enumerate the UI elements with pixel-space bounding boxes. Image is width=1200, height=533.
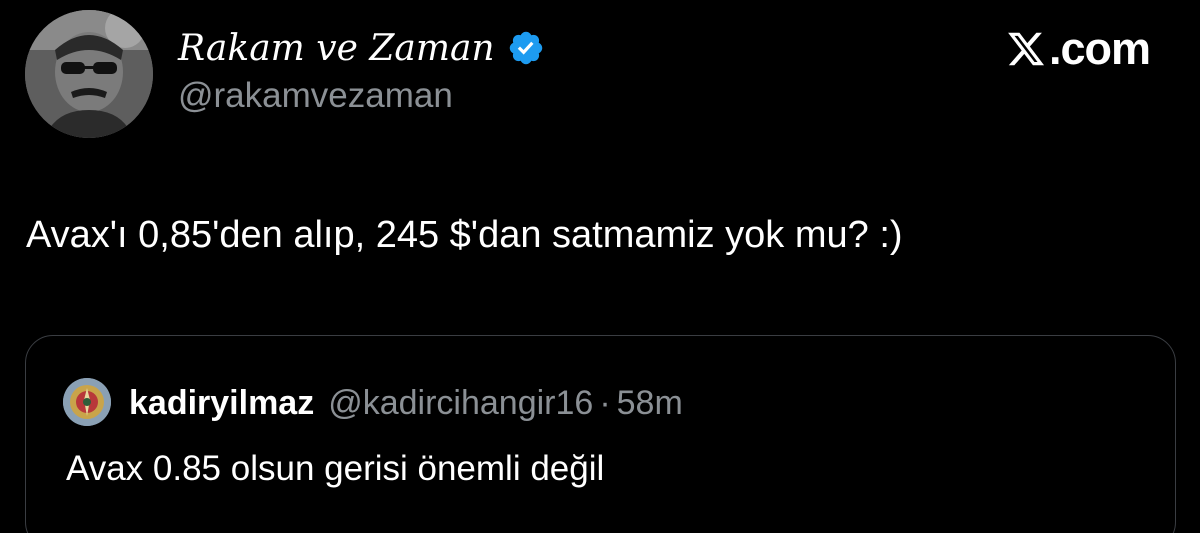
author-name-row: Rakam ve Zaman bbox=[178, 24, 545, 72]
author-avatar[interactable] bbox=[25, 10, 153, 138]
quoted-author-name[interactable]: kadiryilmaz bbox=[129, 384, 314, 423]
x-com-brand: .com bbox=[1006, 22, 1151, 76]
tweet-screenshot: Rakam ve Zaman @rakamvezaman .com Avax'ı… bbox=[0, 0, 1200, 533]
x-logo-icon bbox=[1008, 32, 1045, 66]
verified-badge-icon bbox=[509, 31, 542, 65]
quoted-tweet-text: Avax 0.85 olsun gerisi önemli değil bbox=[66, 449, 605, 488]
quoted-author-avatar[interactable] bbox=[63, 378, 111, 426]
brand-domain-label: .com bbox=[1048, 23, 1151, 74]
quoted-tweet-timestamp[interactable]: 58m bbox=[617, 384, 683, 423]
quoted-author-handle[interactable]: @kadircihangir16 bbox=[328, 384, 593, 423]
author-handle[interactable]: @rakamvezaman bbox=[178, 76, 453, 116]
quoted-tweet-header: kadiryilmaz @kadircihangir16 · 58m bbox=[129, 381, 683, 425]
quoted-tweet-card[interactable]: kadiryilmaz @kadircihangir16 · 58m Avax … bbox=[25, 335, 1176, 533]
header-separator: · bbox=[599, 383, 611, 422]
author-display-name[interactable]: Rakam ve Zaman bbox=[178, 28, 495, 69]
tweet-text: Avax'ı 0,85'den alıp, 245 $'dan satmamiz… bbox=[26, 214, 903, 256]
